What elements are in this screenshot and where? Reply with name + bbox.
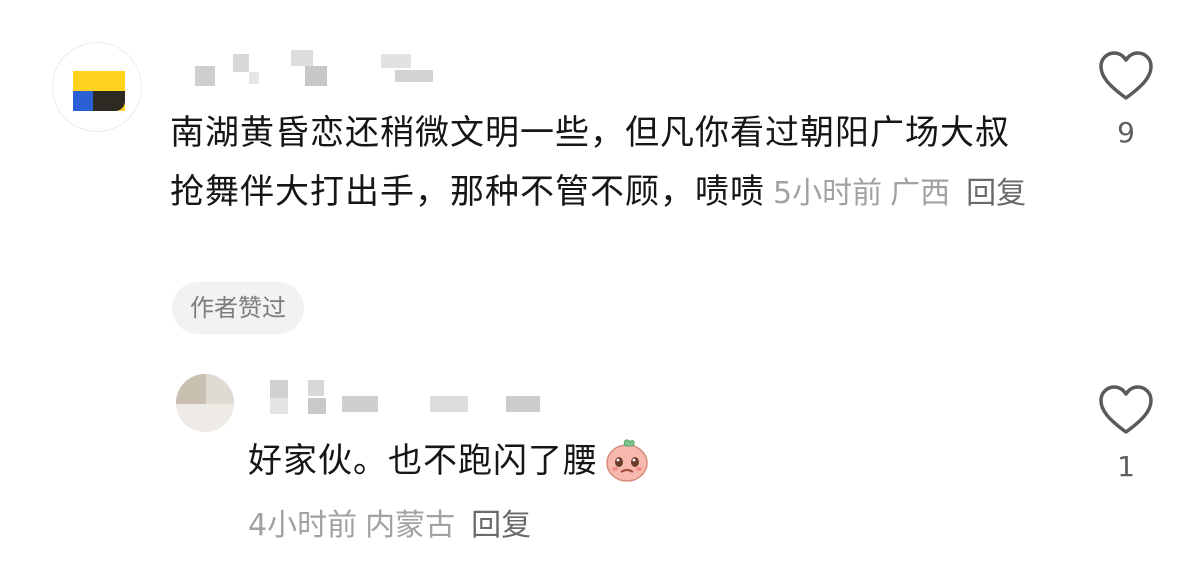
comment-meta: 5小时前 广西 回复 (773, 176, 1026, 211)
heart-outline-icon (1099, 385, 1153, 434)
reply-body: 好家伙。也不跑闪了腰 (248, 441, 598, 481)
like-count: 9 (1117, 116, 1135, 149)
like-button[interactable]: 1 (1096, 382, 1156, 490)
reply-location: 内蒙古 (365, 508, 456, 543)
avatar-block (93, 91, 125, 111)
heart-outline-icon (1099, 51, 1153, 100)
like-button[interactable]: 9 (1096, 48, 1156, 156)
avatar-block (73, 91, 93, 111)
reply-comment-text: 好家伙。也不跑闪了腰 (248, 434, 652, 487)
avatar-block (206, 374, 234, 404)
avatar[interactable] (176, 374, 234, 432)
reply-button[interactable]: 回复 (966, 176, 1026, 211)
username-obscured[interactable] (195, 50, 445, 90)
avatar-block (176, 404, 234, 432)
comment-text: 南湖黄昏恋还稍微文明一些，但凡你看过朝阳广场大叔抢舞伴大打出手，那种不管不顾，啧… (170, 104, 1030, 223)
comment-location: 广西 (890, 176, 951, 211)
username-obscured[interactable] (270, 378, 560, 418)
like-count: 1 (1117, 450, 1135, 483)
comment-time: 5小时前 (773, 176, 883, 211)
author-liked-badge: 作者赞过 (172, 282, 304, 334)
avatar-block (176, 374, 206, 404)
reply-meta: 4小时前 内蒙古 回复 (248, 502, 531, 550)
crying-peach-emoji-icon (606, 439, 648, 482)
reply-button[interactable]: 回复 (471, 508, 531, 543)
reply-time: 4小时前 (248, 508, 358, 543)
avatar[interactable] (52, 42, 142, 132)
